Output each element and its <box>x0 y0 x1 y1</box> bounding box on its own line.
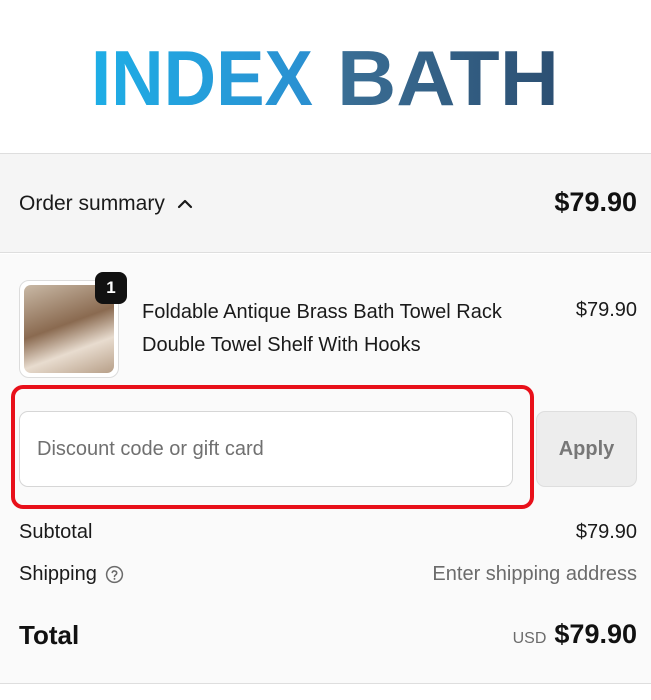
shipping-value: Enter shipping address <box>432 563 637 585</box>
chevron-up-icon <box>177 199 192 209</box>
index-bath-logo[interactable]: INDEX BATH <box>91 41 561 113</box>
quantity-badge: 1 <box>95 272 127 304</box>
bottom-divider <box>0 683 651 700</box>
order-summary-label: Order summary <box>19 192 165 215</box>
discount-code-input[interactable] <box>19 411 513 487</box>
subtotal-value: $79.90 <box>575 521 637 543</box>
currency-code: USD <box>512 630 547 647</box>
logo-text-bath: BATH <box>337 41 559 113</box>
logo-text-index: INDEX <box>91 41 313 113</box>
order-summary-total: $79.90 <box>554 187 637 217</box>
question-circle-icon[interactable] <box>105 565 124 584</box>
total-label: Total <box>19 620 80 650</box>
product-price: $79.90 <box>575 299 637 321</box>
store-header: INDEX BATH <box>0 0 651 153</box>
subtotal-row-label: Subtotal <box>19 521 92 544</box>
total-amount: $79.90 <box>554 619 637 649</box>
total-value-group: USD $79.90 <box>513 619 637 650</box>
product-name: Foldable Antique Brass Bath Towel Rack D… <box>142 301 502 356</box>
order-summary-toggle[interactable]: Order summary <box>19 190 193 218</box>
shipping-label: Shipping <box>19 563 97 585</box>
shipping-row-label: Shipping <box>19 563 124 586</box>
apply-discount-button[interactable]: Apply <box>536 411 637 487</box>
subtotal-label: Subtotal <box>19 521 93 543</box>
